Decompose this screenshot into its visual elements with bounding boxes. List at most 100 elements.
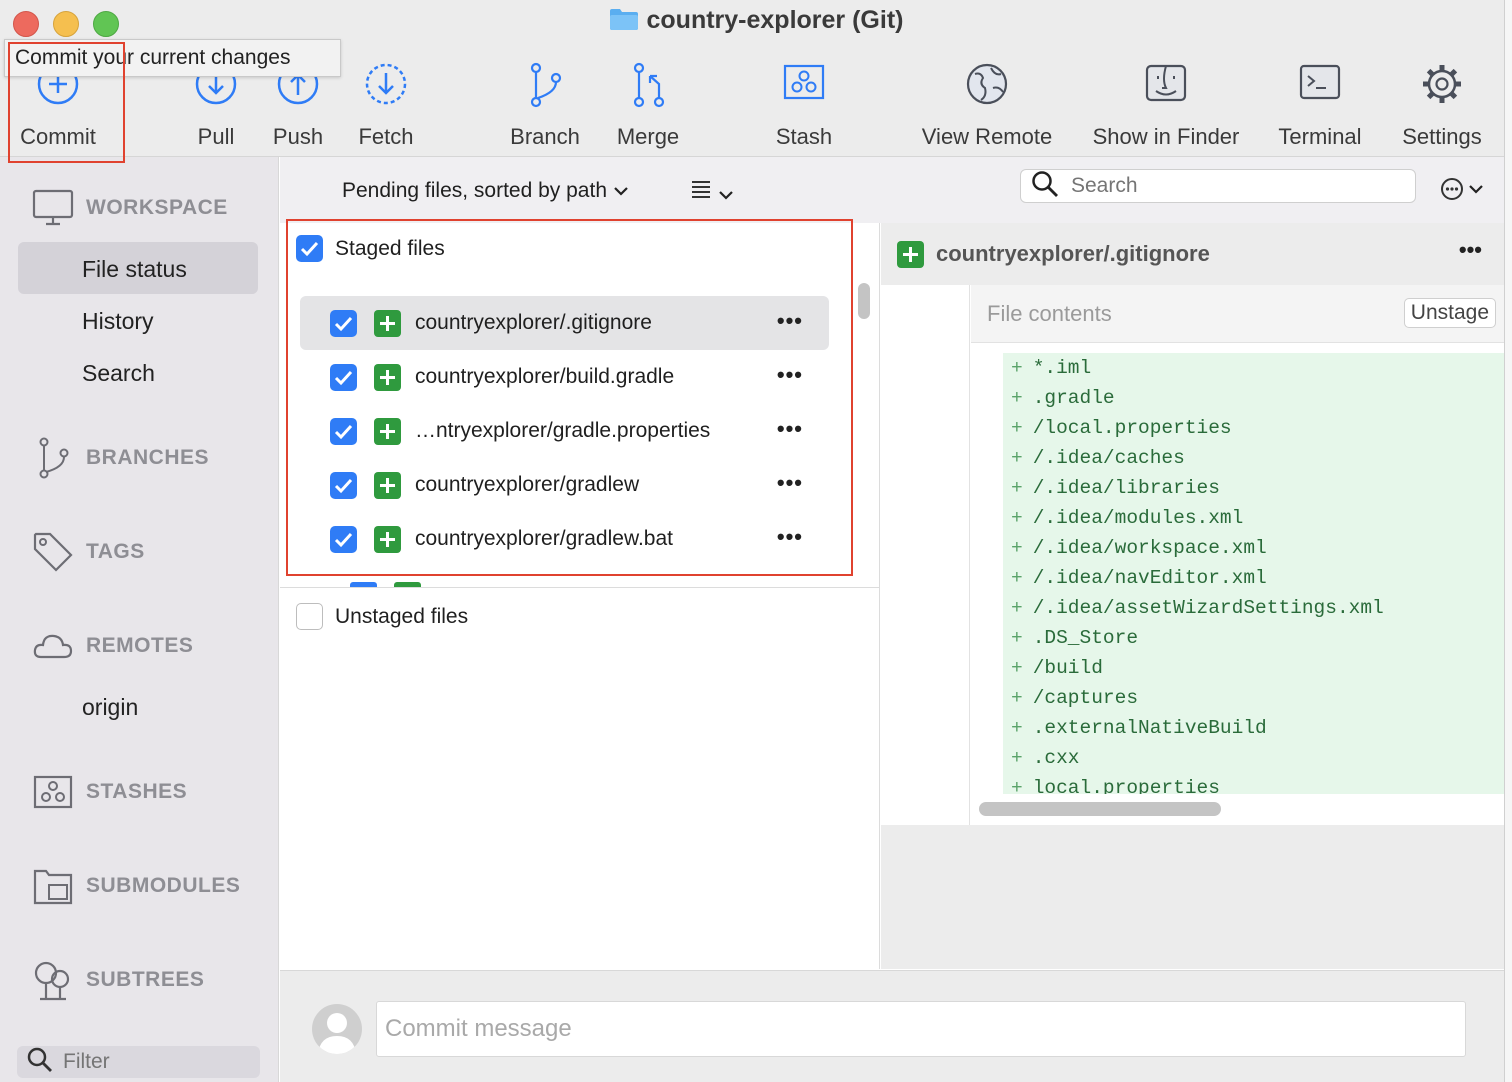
folder-icon (609, 7, 639, 31)
submodule-folder-icon (32, 865, 74, 907)
commit-label: Commit (20, 124, 96, 149)
diff-line: + /.idea/assetWizardSettings.xml (1003, 593, 1512, 623)
filter-input[interactable] (63, 1050, 243, 1074)
diff-line-text: .DS_Store (1032, 627, 1139, 649)
sidebar-item-history[interactable]: History (18, 294, 258, 346)
sort-dropdown[interactable]: Pending files, sorted by path (342, 179, 629, 203)
fetch-button[interactable]: Fetch (352, 58, 420, 154)
search-field[interactable] (1020, 169, 1416, 203)
file-list-scrollbar[interactable] (858, 283, 870, 319)
staged-file-row[interactable]: countryexplorer/gradlew.bat ••• (300, 512, 829, 566)
diff-line-text: /.idea/assetWizardSettings.xml (1032, 597, 1384, 619)
merge-icon (612, 58, 684, 114)
unstage-button[interactable]: Unstage (1403, 298, 1496, 328)
staged-file-row-partial (300, 578, 829, 587)
diff-pane: countryexplorer/.gitignore ••• File cont… (881, 223, 1512, 969)
branch-button[interactable]: Branch (505, 58, 585, 154)
merge-button[interactable]: Merge (612, 58, 684, 154)
file-more-button[interactable]: ••• (777, 470, 803, 496)
diff-line: + /captures (1003, 683, 1512, 713)
file-checkbox[interactable] (330, 417, 357, 445)
sidebar-filter[interactable] (17, 1046, 260, 1078)
diff-more-button[interactable]: ••• (1459, 237, 1482, 263)
commit-message-input[interactable] (376, 1001, 1466, 1057)
sidebar-item-file-status[interactable]: File status (18, 242, 258, 294)
show-in-finder-label: Show in Finder (1092, 124, 1240, 149)
view-remote-button[interactable]: View Remote (916, 58, 1058, 154)
view-mode-dropdown[interactable] (690, 179, 734, 206)
unstaged-files-header[interactable]: Unstaged files (296, 603, 468, 630)
cloud-icon (32, 625, 74, 667)
staged-file-row[interactable]: countryexplorer/.gitignore ••• (300, 296, 829, 350)
sidebar-section-tags[interactable]: TAGS (32, 531, 145, 573)
staged-all-checkbox[interactable] (296, 235, 323, 262)
tags-title: TAGS (86, 540, 145, 563)
diff-line: + .DS_Store (1003, 623, 1512, 653)
toolbar: country-explorer (Git) Commit Pull Push … (0, 0, 1512, 157)
section-divider (280, 587, 880, 588)
show-in-finder-button[interactable]: Show in Finder (1086, 58, 1246, 154)
list-lines-icon (690, 181, 712, 205)
search-input[interactable] (1071, 174, 1401, 198)
commit-tooltip: Commit your current changes (4, 39, 341, 77)
diff-add-marker: + (1011, 567, 1023, 589)
file-more-button[interactable]: ••• (777, 524, 803, 550)
added-plus-icon (897, 240, 924, 268)
file-more-button[interactable]: ••• (777, 362, 803, 388)
fetch-label: Fetch (358, 124, 414, 149)
stash-button[interactable]: Stash (770, 58, 838, 154)
staged-file-row[interactable]: …ntryexplorer/gradle.properties ••• (300, 404, 829, 458)
diff-lines: + *.iml + .gradle + /local.properties + /.idea/… (1003, 353, 1512, 794)
file-checkbox[interactable] (330, 309, 357, 337)
file-checkbox[interactable] (330, 471, 357, 499)
monitor-icon (32, 187, 74, 229)
file-name: countryexplorer/.gitignore (415, 311, 652, 334)
diff-add-marker: + (1011, 507, 1023, 529)
unstaged-all-checkbox[interactable] (296, 603, 323, 630)
settings-button[interactable]: Settings (1396, 58, 1488, 154)
terminal-button[interactable]: Terminal (1272, 58, 1368, 154)
unstaged-files-label: Unstaged files (335, 604, 469, 628)
file-name: …ntryexplorer/gradle.properties (415, 419, 711, 442)
sidebar-section-submodules[interactable]: SUBMODULES (32, 865, 240, 907)
more-options-menu[interactable] (1440, 177, 1486, 206)
file-name: countryexplorer/gradlew.bat (415, 527, 673, 550)
file-more-button[interactable]: ••• (777, 416, 803, 442)
diff-horizontal-scrollbar[interactable] (979, 802, 1221, 816)
file-checkbox[interactable] (330, 525, 357, 553)
sidebar-item-origin[interactable]: origin (18, 680, 258, 732)
diff-line: + *.iml (1003, 353, 1512, 383)
sidebar-section-stashes[interactable]: STASHES (32, 771, 187, 813)
hunk-label: File contents (987, 301, 1112, 326)
staged-file-row[interactable]: countryexplorer/gradlew ••• (300, 458, 829, 512)
diff-line: + /.idea/libraries (1003, 473, 1512, 503)
line-number-gutter (881, 285, 970, 825)
staged-file-row[interactable]: countryexplorer/build.gradle ••• (300, 350, 829, 404)
globe-icon (916, 58, 1058, 114)
file-more-button[interactable]: ••• (777, 308, 803, 334)
sidebar-item-search[interactable]: Search (18, 346, 258, 398)
fetch-dashed-arrow-icon (352, 58, 420, 114)
diff-add-marker: + (1011, 537, 1023, 559)
diff-add-marker: + (1011, 597, 1023, 619)
sidebar-section-workspace[interactable]: WORKSPACE (32, 187, 228, 229)
sidebar-section-subtrees[interactable]: SUBTREES (32, 959, 204, 1001)
diff-line-text: .externalNativeBuild (1032, 717, 1267, 739)
merge-label: Merge (616, 124, 680, 149)
file-checkbox[interactable] (330, 363, 357, 391)
diff-line: + /.idea/navEditor.xml (1003, 563, 1512, 593)
staged-files-header[interactable]: Staged files (296, 235, 445, 262)
sidebar-section-branches[interactable]: BRANCHES (32, 437, 209, 479)
subtrees-title: SUBTREES (86, 968, 205, 991)
tag-icon (32, 531, 74, 573)
branch-label: Branch (510, 124, 580, 149)
diff-add-marker: + (1011, 627, 1023, 649)
diff-line-text: /.idea/modules.xml (1032, 507, 1244, 529)
sidebar-section-remotes[interactable]: REMOTES (32, 625, 193, 667)
search-icon (27, 1047, 53, 1078)
avatar (312, 1004, 362, 1054)
diff-line-text: .cxx (1032, 747, 1080, 769)
diff-line: + /.idea/caches (1003, 443, 1512, 473)
stash-label: Stash (775, 124, 833, 149)
diff-add-marker: + (1011, 717, 1023, 739)
